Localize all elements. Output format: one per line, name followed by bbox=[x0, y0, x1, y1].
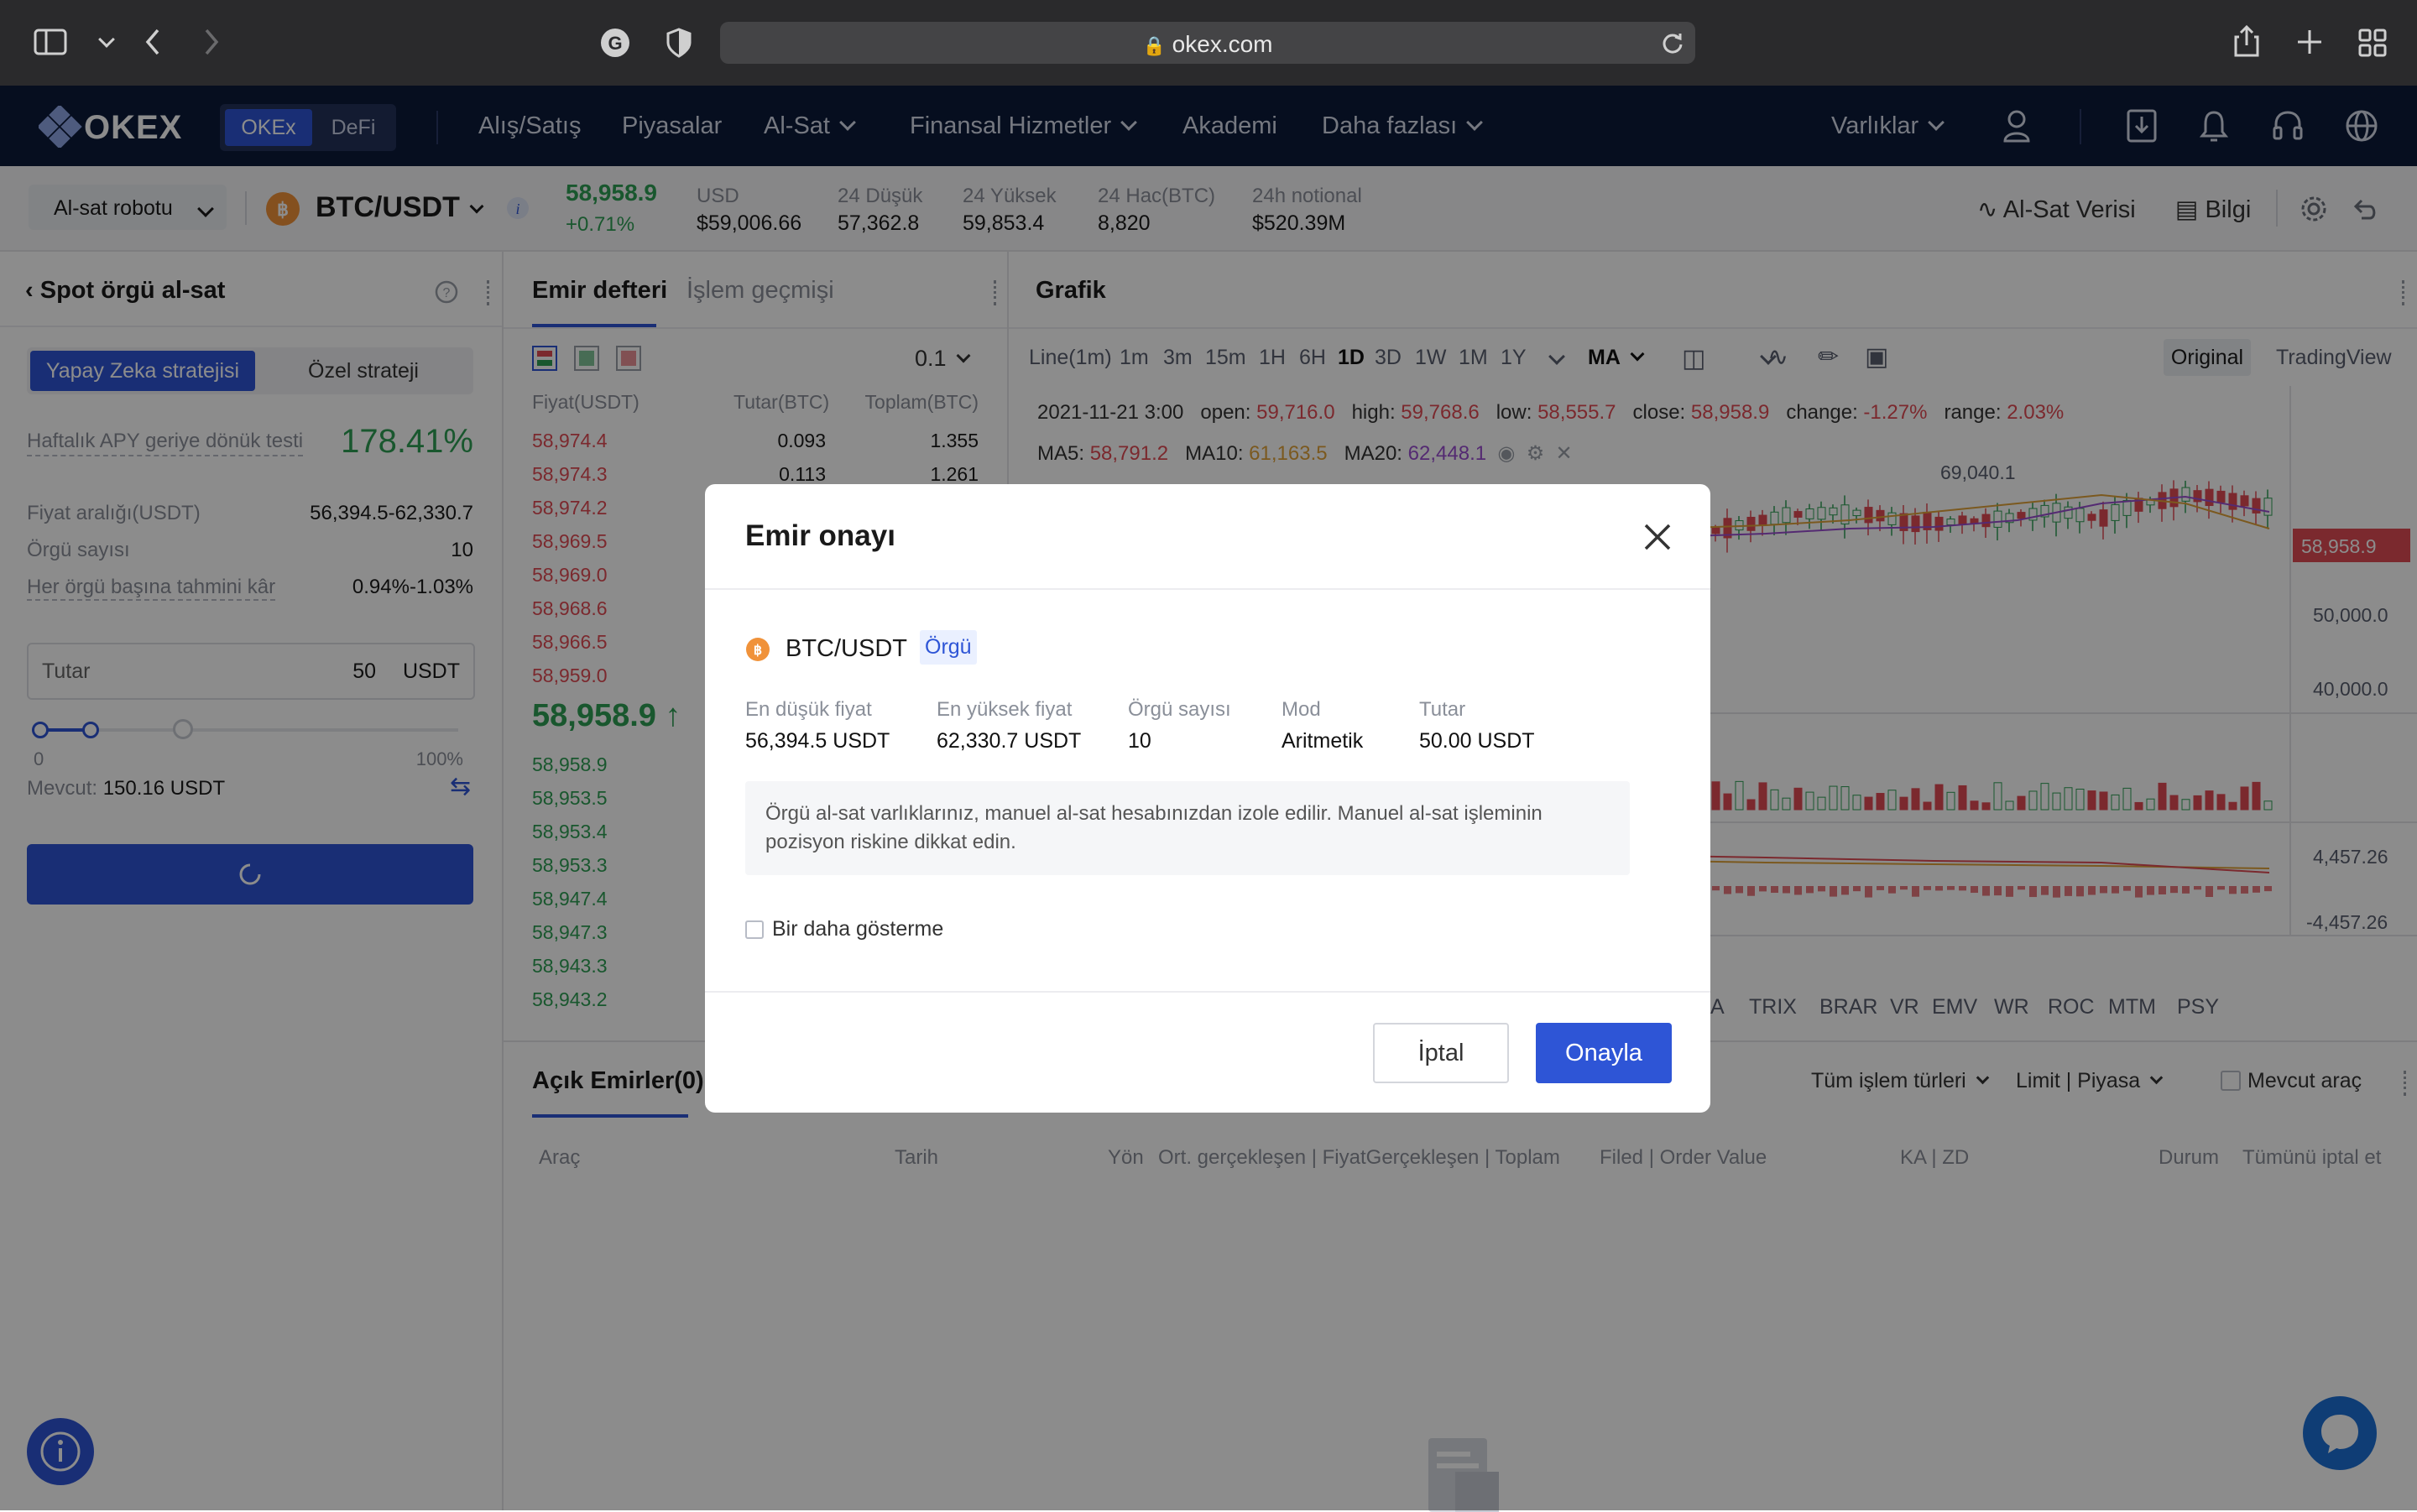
cancel-button[interactable]: İptal bbox=[1373, 1023, 1509, 1083]
reload-icon[interactable] bbox=[1662, 32, 1684, 54]
tab-overview-icon[interactable] bbox=[2358, 29, 2387, 57]
dialog-title: Emir onayı bbox=[745, 519, 895, 552]
bitcoin-icon: ฿ bbox=[746, 638, 770, 661]
field-value: 10 bbox=[1128, 729, 1151, 753]
divider bbox=[705, 588, 1710, 590]
field-label: Tutar bbox=[1419, 698, 1466, 721]
new-tab-icon[interactable] bbox=[2296, 29, 2323, 55]
share-icon[interactable] bbox=[2232, 23, 2261, 59]
browser-toolbar: G 🔒 okex.com bbox=[0, 0, 2417, 86]
address-bar[interactable]: 🔒 okex.com bbox=[720, 22, 1695, 64]
order-confirm-dialog: Emir onayı ฿ BTC/USDT Örgü En düşük fiya… bbox=[705, 484, 1710, 1113]
confirm-button[interactable]: Onayla bbox=[1536, 1023, 1672, 1083]
lock-icon: 🔒 bbox=[1142, 35, 1166, 56]
notice-text: Örgü al-sat varlıklarınız, manuel al-sat… bbox=[765, 802, 1543, 853]
forward-icon[interactable] bbox=[201, 27, 222, 57]
field-value: Aritmetik bbox=[1282, 729, 1364, 753]
field-value: 50.00 USDT bbox=[1419, 729, 1535, 753]
dialog-pair: BTC/USDT bbox=[786, 635, 907, 662]
dont-show-label: Bir daha gösterme bbox=[772, 917, 944, 941]
notice-box: Örgü al-sat varlıklarınız, manuel al-sat… bbox=[745, 781, 1630, 875]
close-icon[interactable] bbox=[1643, 523, 1672, 551]
sidebar-icon[interactable] bbox=[34, 29, 67, 55]
svg-text:฿: ฿ bbox=[754, 644, 762, 658]
field-label: En düşük fiyat bbox=[745, 698, 872, 721]
divider bbox=[705, 991, 1710, 993]
field-value: 62,330.7 USDT bbox=[937, 729, 1082, 753]
grid-tag: Örgü bbox=[920, 630, 977, 665]
field-value: 56,394.5 USDT bbox=[745, 729, 890, 753]
svg-text:G: G bbox=[608, 33, 622, 54]
url-text: okex.com bbox=[1172, 31, 1273, 57]
grammarly-icon[interactable]: G bbox=[599, 27, 631, 59]
shield-icon[interactable] bbox=[665, 27, 693, 59]
field-label: Örgü sayısı bbox=[1128, 698, 1231, 721]
field-label: Mod bbox=[1282, 698, 1321, 721]
chevron-down-icon[interactable] bbox=[98, 31, 115, 48]
dont-show-checkbox[interactable] bbox=[745, 920, 764, 939]
back-icon[interactable] bbox=[143, 27, 163, 57]
field-label: En yüksek fiyat bbox=[937, 698, 1073, 721]
